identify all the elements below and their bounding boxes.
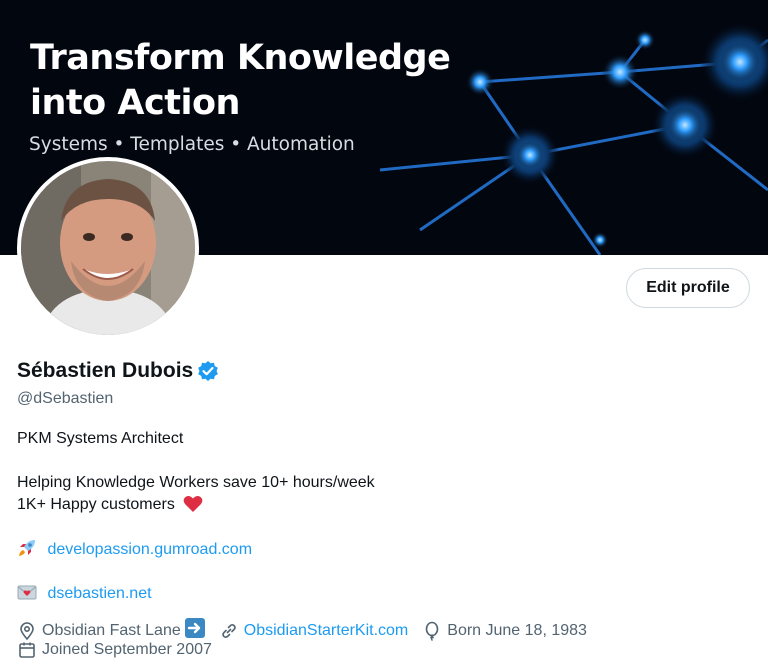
calendar-icon bbox=[17, 640, 37, 660]
bio-line-2: Helping Knowledge Workers save 10+ hours… bbox=[17, 474, 375, 491]
banner-title-line2: into Action bbox=[30, 83, 240, 123]
avatar-photo bbox=[21, 161, 195, 335]
banner-title: Transform Knowledge into Action bbox=[30, 36, 451, 126]
avatar[interactable] bbox=[17, 157, 199, 339]
envelope-heart-icon bbox=[17, 582, 37, 602]
gumroad-link[interactable]: developassion.gumroad.com bbox=[47, 541, 252, 558]
bio-link-2-row: dsebastien.net bbox=[17, 582, 152, 605]
banner-title-line1: Transform Knowledge bbox=[30, 38, 451, 78]
birthday-item: Born June 18, 1983 bbox=[422, 621, 587, 641]
website-link[interactable]: dsebastien.net bbox=[47, 585, 151, 602]
location-pin-icon bbox=[17, 621, 37, 641]
user-handle: @dSebastien bbox=[17, 390, 114, 407]
bio-line-1: PKM Systems Architect bbox=[17, 430, 184, 447]
website-item: ObsidianStarterKit.com bbox=[219, 621, 409, 641]
verified-badge-icon[interactable] bbox=[197, 360, 219, 382]
joined-item: Joined September 2007 bbox=[17, 640, 212, 660]
obsidian-starter-kit-link[interactable]: ObsidianStarterKit.com bbox=[244, 622, 409, 640]
birthday-text: Born June 18, 1983 bbox=[447, 621, 587, 639]
bio-line-3: 1K+ Happy customers bbox=[17, 494, 203, 520]
joined-text: Joined September 2007 bbox=[42, 641, 212, 658]
banner-subtitle: Systems • Templates • Automation bbox=[29, 134, 355, 155]
edit-profile-button[interactable]: Edit profile bbox=[626, 268, 750, 308]
name-row: Sébastien Dubois bbox=[17, 359, 219, 383]
location-text: Obsidian Fast Lane bbox=[42, 621, 181, 639]
balloon-icon bbox=[422, 621, 442, 641]
display-name: Sébastien Dubois bbox=[17, 359, 194, 382]
link-icon bbox=[219, 621, 239, 641]
heart-icon bbox=[183, 495, 203, 520]
joined-row: Joined September 2007 bbox=[17, 640, 226, 660]
bio-line-3-text: 1K+ Happy customers bbox=[17, 496, 175, 513]
bio-link-1-row: developassion.gumroad.com bbox=[17, 538, 252, 561]
rocket-icon bbox=[17, 538, 37, 558]
